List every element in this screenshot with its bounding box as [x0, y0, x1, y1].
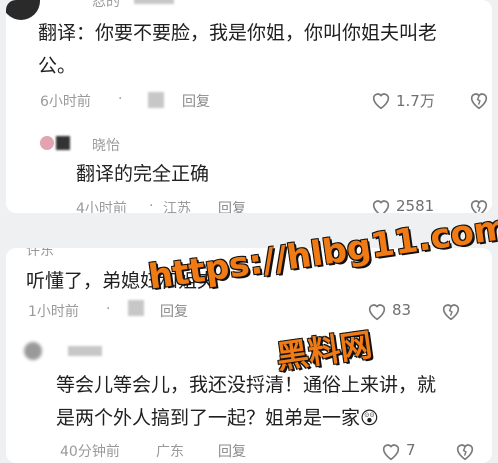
dislike-icon[interactable] [440, 300, 462, 322]
reply-button[interactable]: 回复 [160, 301, 188, 321]
separator-dot: · [106, 301, 111, 317]
reply-avatar[interactable] [24, 342, 42, 360]
comment-time: 1小时前 [28, 304, 79, 320]
heart-icon [372, 200, 390, 213]
surprised-face-icon: 😲 [360, 408, 379, 429]
separator-dot: · [118, 91, 123, 107]
heart-icon [368, 304, 386, 321]
comment-card: 忍的 翻译：你要不要脸，我是你姐，你叫你姐夫叫老公。 6小时前 · 回复 1.7… [6, 0, 492, 213]
blurred-location [148, 92, 164, 108]
reply-text: 翻译的完全正确 [76, 163, 210, 185]
reply-username[interactable]: 晓怡 [92, 135, 120, 155]
dislike-icon[interactable] [454, 440, 476, 462]
blurred-username [134, 0, 174, 4]
reply-avatar[interactable] [40, 136, 54, 150]
reply-button[interactable]: 回复 [218, 441, 246, 461]
like-count: 2581 [396, 197, 435, 213]
blurred-location [128, 300, 144, 316]
like-count: 83 [392, 301, 412, 319]
heart-icon [372, 93, 390, 110]
heart-icon [382, 444, 400, 461]
reply-location: 广东 [156, 444, 184, 460]
comment-username[interactable]: 忍的 [92, 0, 120, 11]
separator-dot: · [149, 198, 154, 213]
comment-text: 翻译：你要不要脸，我是你姐，你叫你姐夫叫老公。 [38, 22, 438, 77]
reply-button[interactable]: 回复 [218, 198, 246, 213]
blurred-avatar [56, 136, 70, 150]
blurred-username [68, 346, 102, 356]
avatar[interactable] [6, 0, 40, 20]
reply-time: 40分钟前 [60, 444, 120, 460]
reply-button[interactable]: 回复 [182, 91, 210, 111]
comment-username[interactable]: 许东 [26, 248, 54, 260]
like-count: 1.7万 [396, 92, 435, 110]
reply-time: 4小时前 [76, 201, 127, 213]
reply-text-line1: 等会儿等会儿，我还没捋清！通俗上来讲，就 [56, 374, 437, 396]
reply-location: 江苏 [163, 201, 191, 213]
dislike-icon[interactable] [468, 89, 490, 111]
reply-text-line2-text: 是两个外人搞到了一起？姐弟是一家 [56, 407, 361, 429]
comment-time: 6小时前 [40, 94, 91, 110]
reply-text-line2: 是两个外人搞到了一起？姐弟是一家😲 [56, 402, 476, 435]
like-count: 7 [406, 441, 416, 459]
